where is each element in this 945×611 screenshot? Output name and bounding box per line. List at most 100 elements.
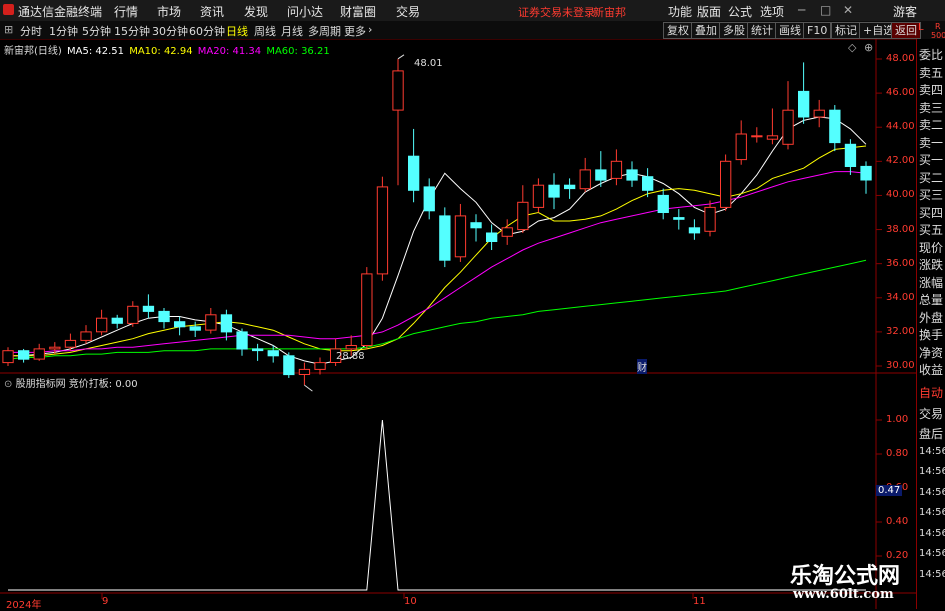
candle[interactable] xyxy=(236,328,248,356)
candle-body xyxy=(345,345,357,350)
tick-tab[interactable]: 盘后 xyxy=(919,425,943,442)
tick-tab[interactable]: 交易 xyxy=(919,405,943,422)
period-tab-monthly[interactable]: 月线 xyxy=(281,23,303,39)
multi-stock-button[interactable]: 多股 xyxy=(719,22,749,39)
menu-item-options[interactable]: 选项 xyxy=(760,3,784,20)
candle[interactable] xyxy=(96,309,108,336)
close-icon[interactable]: ✕ xyxy=(843,3,853,17)
candle[interactable] xyxy=(392,58,404,186)
stats-button[interactable]: 统计 xyxy=(747,22,777,39)
candle[interactable] xyxy=(80,325,92,344)
candle[interactable] xyxy=(766,108,779,145)
candle[interactable] xyxy=(720,154,732,211)
candle-body xyxy=(267,350,279,357)
period-tab-60min[interactable]: 60分钟 xyxy=(189,23,225,39)
candle[interactable] xyxy=(626,161,638,187)
menu-item-formula[interactable]: 公式 xyxy=(728,3,752,20)
candle[interactable] xyxy=(610,149,623,186)
candle[interactable] xyxy=(361,267,373,349)
menu-item-market[interactable]: 市场 xyxy=(157,3,181,20)
y-tick-label: 0.80 xyxy=(886,448,909,459)
candle[interactable] xyxy=(2,347,14,366)
candle-body xyxy=(18,350,30,360)
candle[interactable] xyxy=(439,207,451,268)
back-button[interactable]: 返回 xyxy=(891,22,921,39)
period-tab-more[interactable]: 更多 xyxy=(344,23,366,39)
candle[interactable] xyxy=(252,343,264,361)
pin-icon[interactable]: ⊕ xyxy=(864,41,873,54)
menu-item-news[interactable]: 资讯 xyxy=(200,3,224,20)
candle[interactable] xyxy=(829,105,841,152)
collapse-icon[interactable]: ⊙ xyxy=(4,379,12,390)
candle[interactable] xyxy=(298,362,311,386)
candle[interactable] xyxy=(174,316,186,336)
candle[interactable] xyxy=(18,348,30,363)
menu-item-layout[interactable]: 版面 xyxy=(697,3,721,20)
candle[interactable] xyxy=(673,209,685,230)
candle[interactable] xyxy=(454,203,467,262)
f10-button[interactable]: F10 xyxy=(803,22,832,39)
candle[interactable] xyxy=(548,173,560,210)
y-tick-label: 46.00 xyxy=(886,87,915,99)
candle[interactable] xyxy=(142,294,155,319)
menu-item-wealth[interactable]: 财富圈 xyxy=(340,3,376,20)
login-notice[interactable]: 证券交易未登录 xyxy=(518,4,595,20)
minimize-icon[interactable]: ─ xyxy=(798,3,805,17)
candle[interactable] xyxy=(532,178,545,213)
menu-item-discover[interactable]: 发现 xyxy=(244,3,268,20)
candle[interactable] xyxy=(751,127,763,143)
candle[interactable] xyxy=(860,161,872,194)
menu-item-ask[interactable]: 问小达 xyxy=(287,3,323,20)
candle[interactable] xyxy=(782,81,794,150)
overlay-button[interactable]: 叠加 xyxy=(691,22,721,39)
candle[interactable] xyxy=(704,200,716,237)
candle[interactable] xyxy=(579,157,591,193)
menu-item-function[interactable]: 功能 xyxy=(668,3,692,20)
candle[interactable] xyxy=(486,224,498,251)
adjust-button[interactable]: 复权 xyxy=(663,22,693,39)
candle[interactable] xyxy=(470,214,482,242)
finance-marker[interactable]: 财 xyxy=(637,359,647,374)
menu-item-quotes[interactable]: 行情 xyxy=(114,3,138,20)
diamond-icon[interactable]: ◇ xyxy=(848,41,856,54)
candle[interactable] xyxy=(205,308,217,334)
period-tab-daily[interactable]: 日线 xyxy=(226,23,248,39)
period-tab-30min[interactable]: 30分钟 xyxy=(152,23,188,39)
draw-line-button[interactable]: 画线 xyxy=(775,22,805,39)
candle[interactable] xyxy=(735,120,747,165)
mark-button[interactable]: 标记 xyxy=(831,22,861,39)
candle[interactable] xyxy=(127,301,139,327)
tick-tab[interactable]: 自动 xyxy=(919,384,943,401)
candle[interactable] xyxy=(158,308,170,329)
candle[interactable] xyxy=(314,357,326,375)
x-label-nov: 11 xyxy=(693,596,706,607)
menu-item-trade[interactable]: 交易 xyxy=(396,3,420,20)
candle[interactable] xyxy=(564,178,576,199)
candle[interactable] xyxy=(283,352,295,378)
candle[interactable] xyxy=(423,178,435,220)
period-tab-multi[interactable]: 多周期 xyxy=(308,23,341,39)
period-tab-1min[interactable]: 1分钟 xyxy=(49,23,78,39)
candle[interactable] xyxy=(798,62,810,124)
period-tab-15min[interactable]: 15分钟 xyxy=(114,23,150,39)
candle[interactable] xyxy=(33,343,45,361)
period-tab-weekly[interactable]: 周线 xyxy=(254,23,276,39)
candle[interactable] xyxy=(517,185,529,233)
candle[interactable] xyxy=(844,139,857,175)
candle[interactable] xyxy=(657,188,669,220)
candle[interactable] xyxy=(111,314,123,329)
period-tab-intraday[interactable]: 分时 xyxy=(20,23,42,39)
candle[interactable] xyxy=(688,219,701,240)
candle[interactable] xyxy=(813,99,825,128)
chart-area[interactable] xyxy=(0,39,916,609)
maximize-icon[interactable]: □ xyxy=(820,3,831,17)
grid-icon[interactable]: ⊞ xyxy=(4,23,13,36)
period-tab-5min[interactable]: 5分钟 xyxy=(82,23,111,39)
candle[interactable] xyxy=(408,128,420,203)
candle[interactable] xyxy=(376,176,389,281)
candle[interactable] xyxy=(220,309,233,341)
candle[interactable] xyxy=(49,342,61,355)
chevron-right-icon[interactable]: › xyxy=(368,23,372,36)
candle[interactable] xyxy=(189,321,201,338)
guest-label[interactable]: 游客 xyxy=(893,3,917,20)
